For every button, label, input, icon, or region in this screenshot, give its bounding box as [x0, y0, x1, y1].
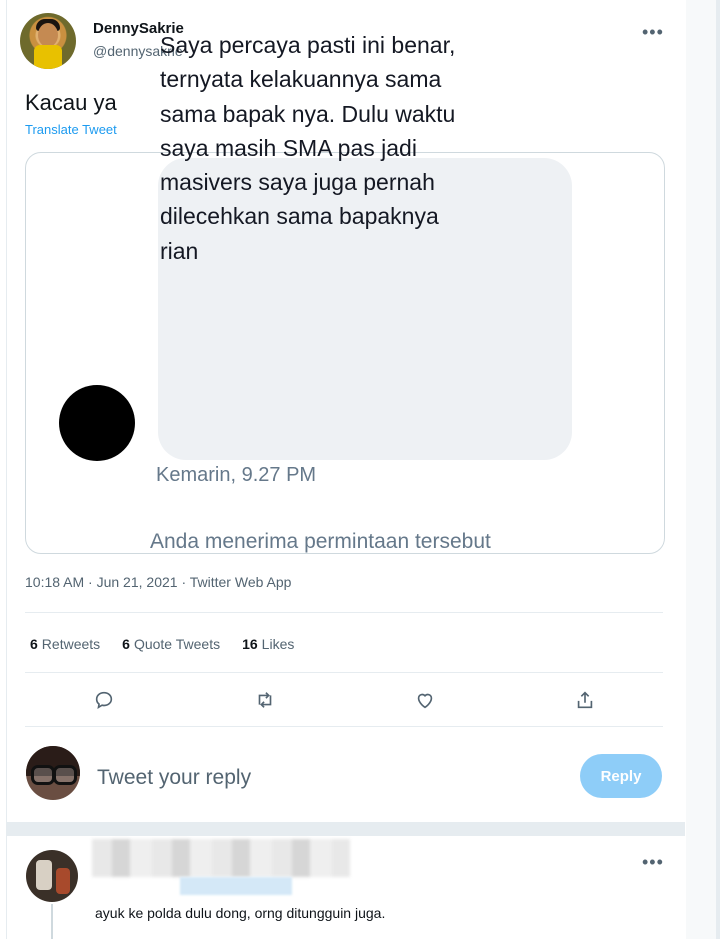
blurred-reply-author-name: [92, 839, 350, 877]
current-user-avatar[interactable]: [26, 746, 80, 800]
right-sidebar-edge: [686, 0, 720, 939]
chat-message-text: Saya percaya pasti ini benar, ternyata k…: [160, 32, 456, 264]
left-column-edge: [0, 0, 7, 939]
likes-stat[interactable]: 16 Likes: [242, 636, 294, 652]
reply-button[interactable]: Reply: [580, 754, 662, 798]
divider: [25, 612, 663, 613]
more-options-icon[interactable]: •••: [642, 22, 664, 43]
divider: [25, 726, 663, 727]
tweet-stats: 6 Retweets 6 Quote Tweets 16 Likes: [30, 636, 294, 652]
author-avatar[interactable]: [20, 13, 76, 69]
tweet-timestamp[interactable]: 10:18 AM · Jun 21, 2021 · Twitter Web Ap…: [25, 574, 291, 590]
reply-input[interactable]: [95, 765, 549, 791]
reply-text: ayuk ke polda dulu dong, orng ditungguin…: [95, 905, 386, 921]
chat-request-note: Anda menerima permintaan tersebut: [150, 530, 491, 553]
thread-line: [51, 904, 53, 939]
redacted-avatar: [59, 385, 135, 461]
reply-author-avatar[interactable]: [26, 850, 78, 902]
quote-tweets-stat[interactable]: 6 Quote Tweets: [122, 636, 220, 652]
tweet-text: Kacau ya: [25, 90, 117, 115]
reply-icon[interactable]: [90, 686, 118, 714]
page: DennySakrie @dennysakrie ••• Kacau ya Tr…: [0, 0, 720, 939]
divider: [25, 672, 663, 673]
share-icon[interactable]: [571, 686, 599, 714]
section-separator: [7, 822, 685, 836]
blurred-reply-author-handle: [180, 877, 292, 895]
retweets-stat[interactable]: 6 Retweets: [30, 636, 100, 652]
reply-more-options-icon[interactable]: •••: [642, 852, 664, 873]
retweet-icon[interactable]: [251, 686, 279, 714]
chat-timestamp: Kemarin, 9.27 PM: [156, 464, 317, 486]
translate-tweet-link[interactable]: Translate Tweet: [25, 122, 117, 137]
like-icon[interactable]: [411, 686, 439, 714]
